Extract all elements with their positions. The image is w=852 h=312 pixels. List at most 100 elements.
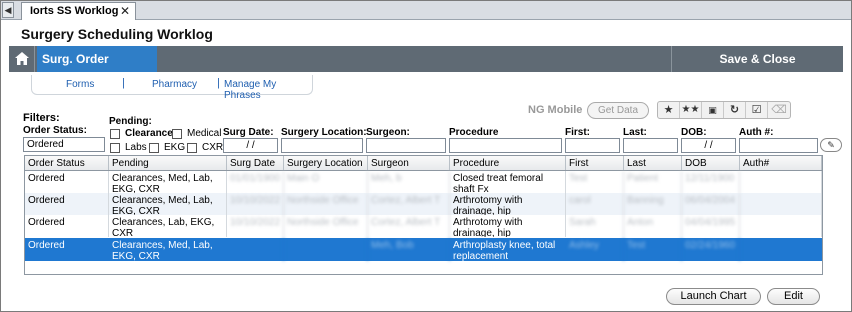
cell-procedure: Arthrotomy with drainage, hip — [450, 215, 566, 237]
cell-pending: Clearances, Lab, EKG, CXR — [109, 215, 227, 237]
eraser-icon[interactable]: ⌫ — [768, 102, 790, 118]
tab-strip: ◀ Iorts SS Worklog ✕ — [1, 1, 851, 20]
edit-button[interactable]: Edit — [767, 288, 820, 305]
checklist-icon[interactable]: ☑ — [746, 102, 768, 118]
labs-label: Labs — [125, 142, 147, 153]
tab-worklog[interactable]: Iorts SS Worklog ✕ — [21, 2, 136, 20]
home-button[interactable] — [9, 46, 35, 72]
surgeon-label: Surgeon: — [366, 127, 410, 138]
surgery-location-input[interactable] — [281, 138, 363, 153]
cell-surg-date: 10/10/2022 — [227, 215, 284, 237]
cell-surg-date: 01/01/1900 — [227, 171, 284, 193]
forms-link[interactable]: Forms — [66, 79, 94, 90]
table-row-selected[interactable]: Ordered Clearances, Med, Lab, EKG, CXR M… — [25, 238, 822, 261]
cell-surgeon: Meh, Bob — [368, 238, 450, 261]
cell-order-status: Ordered — [25, 238, 109, 261]
ekg-checkbox[interactable] — [149, 143, 159, 153]
table-row[interactable]: Ordered Clearances, Med, Lab, EKG, CXR 0… — [25, 171, 822, 193]
column-header[interactable]: Order Status — [25, 156, 109, 170]
column-header[interactable]: Surgeon — [368, 156, 450, 170]
cell-dob: 12/11/1900 — [682, 171, 740, 193]
close-icon[interactable]: ✕ — [120, 4, 130, 18]
first-name-input[interactable] — [565, 138, 620, 153]
column-header[interactable]: Last — [624, 156, 682, 170]
order-status-label: Order Status: — [23, 125, 87, 136]
cell-order-status: Ordered — [25, 215, 109, 237]
cell-order-status: Ordered — [25, 193, 109, 215]
cell-location — [284, 238, 368, 261]
last-name-input[interactable] — [623, 138, 678, 153]
page-title: Surgery Scheduling Worklog — [21, 26, 213, 42]
surgeon-input[interactable] — [366, 138, 446, 153]
pharmacy-link[interactable]: Pharmacy — [152, 79, 197, 90]
clearance-checkbox[interactable] — [110, 129, 120, 139]
last-label: Last: — [623, 127, 647, 138]
cell-auth — [740, 193, 822, 215]
column-header[interactable]: Auth# — [740, 156, 822, 170]
cell-auth — [740, 171, 822, 193]
cell-last: Anton — [624, 215, 682, 237]
ng-mobile-label: NG Mobile — [528, 104, 583, 116]
cell-surgeon: Meh, b — [368, 171, 450, 193]
cell-procedure: Arthrotomy with drainage, hip — [450, 193, 566, 215]
medical-checkbox[interactable] — [172, 129, 182, 139]
sublinks-bar: Forms | Pharmacy | Manage My Phrases — [31, 75, 313, 101]
cell-surg-date — [227, 238, 284, 261]
star-icon[interactable]: ★ — [658, 102, 680, 118]
cell-location: Main O — [284, 171, 368, 193]
tab-scroll-left-icon[interactable]: ◀ — [2, 2, 14, 18]
procedure-input[interactable] — [449, 138, 562, 153]
cell-first: Ashley — [566, 238, 624, 261]
get-data-button[interactable]: Get Data — [587, 102, 649, 119]
cxr-label: CXR — [202, 142, 224, 153]
cell-pending: Clearances, Med, Lab, EKG, CXR — [109, 238, 227, 261]
cell-first: carol — [566, 193, 624, 215]
procedure-label: Procedure — [449, 127, 499, 138]
clearance-label: Clearance — [125, 128, 173, 139]
cell-order-status: Ordered — [25, 171, 109, 193]
surg-date-input[interactable]: / / — [223, 138, 278, 153]
column-header[interactable]: Pending — [109, 156, 227, 170]
table-row[interactable]: Ordered Clearances, Med, Lab, EKG, CXR 1… — [25, 193, 822, 215]
cell-procedure: Closed treat femoral shaft Fx — [450, 171, 566, 193]
cell-dob: 02/24/1960 — [682, 238, 740, 261]
manage-phrases-link[interactable]: Manage My Phrases — [224, 79, 312, 101]
cell-first: Test — [566, 171, 624, 193]
table-row[interactable]: Ordered Clearances, Lab, EKG, CXR 10/10/… — [25, 215, 822, 237]
order-status-input[interactable]: Ordered — [23, 137, 105, 152]
home-icon — [15, 52, 29, 65]
table-header: Order Status Pending Surg Date Surgery L… — [25, 156, 822, 171]
tab-label: Iorts SS Worklog — [30, 5, 119, 17]
refresh-icon[interactable]: ↻ — [724, 102, 746, 118]
cell-procedure: Arthroplasty knee, total replacement — [450, 238, 566, 261]
cell-location: Northside Office — [284, 215, 368, 237]
cell-last: Banning — [624, 193, 682, 215]
column-header[interactable]: Surg Date — [227, 156, 284, 170]
worklog-table: Order Status Pending Surg Date Surgery L… — [24, 155, 823, 275]
cell-pending: Clearances, Med, Lab, EKG, CXR — [109, 193, 227, 215]
auth-input[interactable] — [739, 138, 818, 153]
launch-chart-button[interactable]: Launch Chart — [666, 288, 761, 305]
column-header[interactable]: Surgery Location — [284, 156, 368, 170]
auth-label: Auth #: — [739, 127, 774, 138]
surg-date-label: Surg Date: — [223, 127, 274, 138]
surg-order-worklog-tab[interactable]: Surg. Order Worklog — [37, 46, 157, 92]
save-close-button[interactable]: Save & Close — [671, 46, 843, 72]
column-header[interactable]: First — [566, 156, 624, 170]
labs-checkbox[interactable] — [110, 143, 120, 153]
cell-surgeon: Cortez, Albert T — [368, 215, 450, 237]
cxr-checkbox[interactable] — [187, 143, 197, 153]
first-label: First: — [565, 127, 590, 138]
multi-star-icon[interactable]: ★★ — [680, 102, 702, 118]
column-header[interactable]: Procedure — [450, 156, 566, 170]
clear-filters-icon[interactable]: ✎ — [820, 138, 842, 152]
surgery-location-label: Surgery Location: — [281, 127, 367, 138]
save-icon[interactable]: ▣ — [702, 102, 724, 118]
filters-title: Filters: — [23, 112, 60, 124]
cell-surgeon: Cortez, Albert T — [368, 193, 450, 215]
column-header[interactable]: DOB — [682, 156, 740, 170]
nav-bar: Surg. Order Worklog Save & Close — [9, 46, 843, 92]
dob-input[interactable]: / / — [681, 138, 736, 153]
cell-location: Northside Office — [284, 193, 368, 215]
dob-label: DOB: — [681, 127, 707, 138]
